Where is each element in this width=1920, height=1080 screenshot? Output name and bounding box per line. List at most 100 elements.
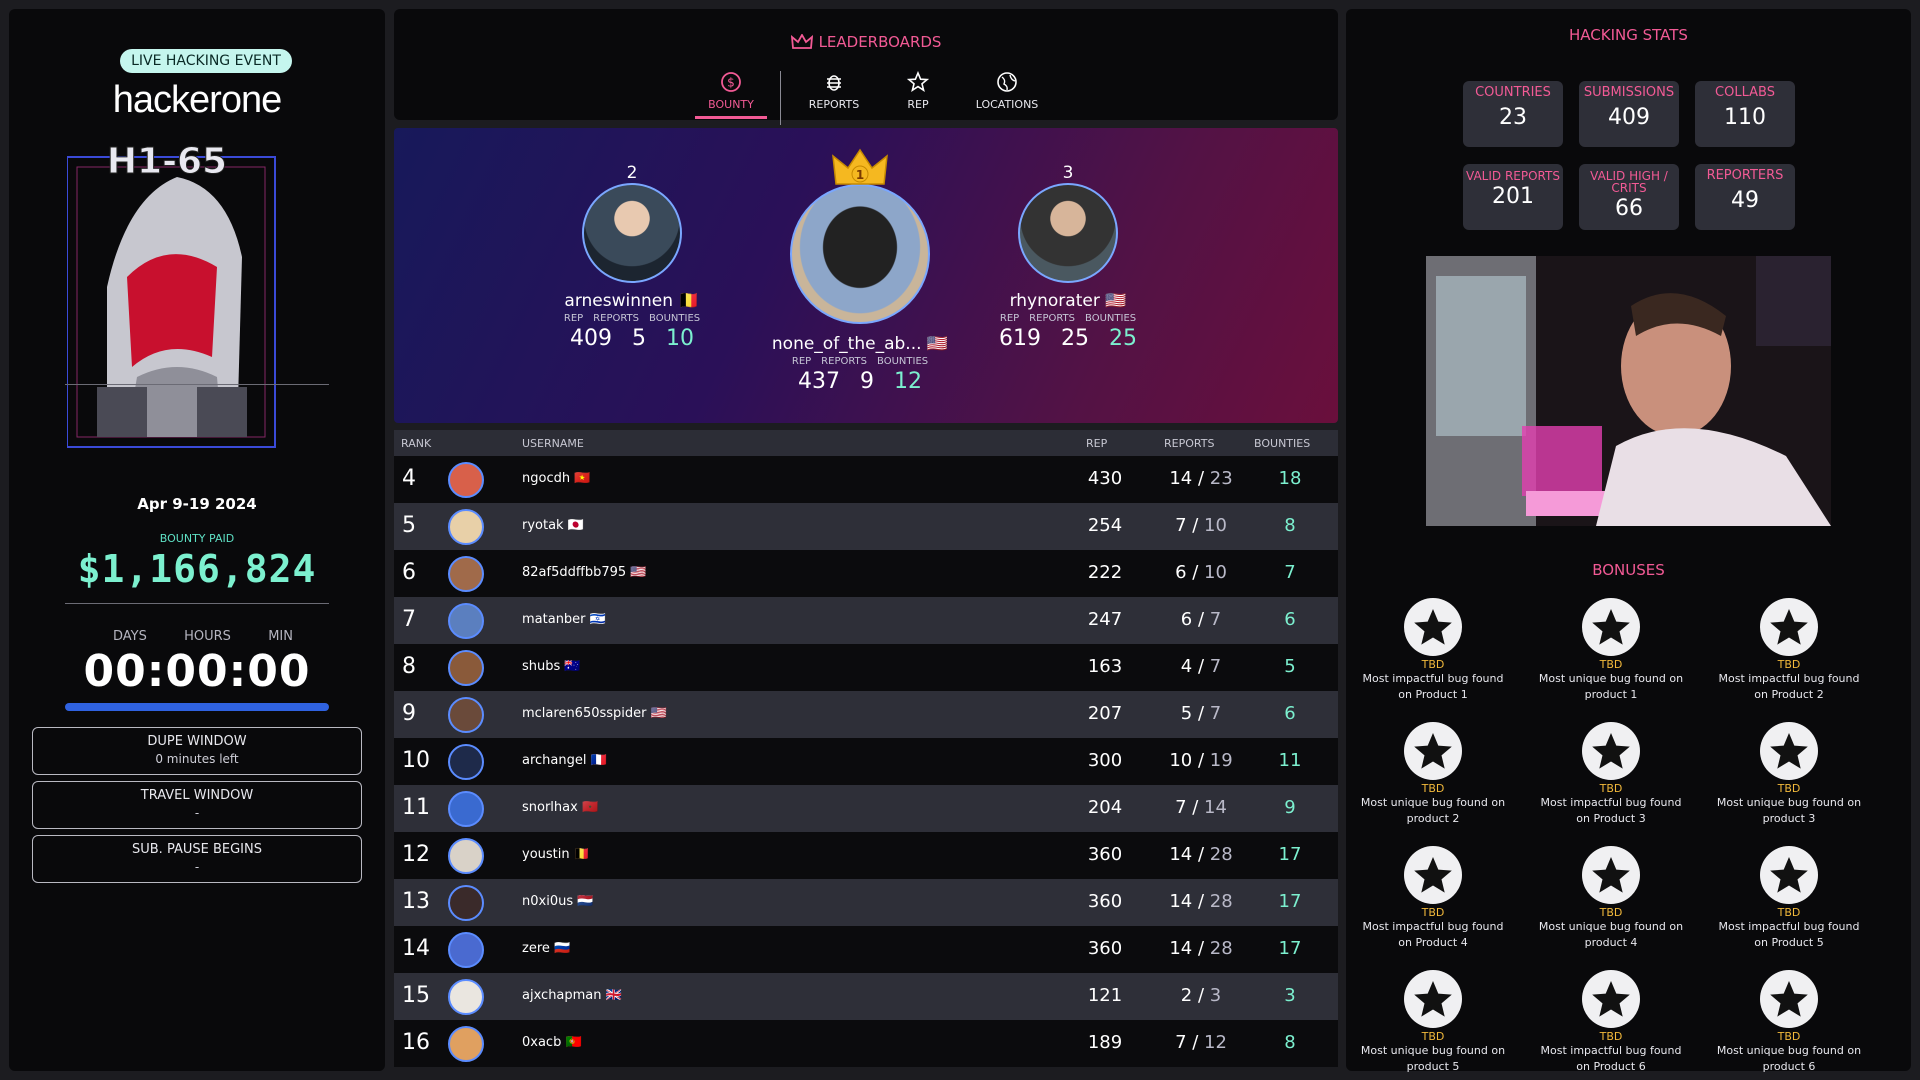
table-row[interactable]: 8 shubs 🇦🇺 163 4 / 7 5	[394, 644, 1338, 691]
avatar	[448, 885, 484, 921]
row-bounties: 17	[1278, 844, 1302, 865]
bonus-status: TBD	[1599, 658, 1623, 671]
star-icon	[1582, 846, 1640, 904]
bonus-description: Most unique bug found on product 1	[1538, 672, 1684, 701]
avatar	[448, 697, 484, 733]
hours-label: HOURS	[184, 629, 231, 644]
timer-labels: DAYS HOURS MIN	[113, 629, 293, 644]
bonus-item: TBD Most unique bug found on product 2	[1358, 722, 1508, 827]
table-row[interactable]: 5 ryotak 🇯🇵 254 7 / 10 8	[394, 503, 1338, 550]
stat-valid-high-crits: VALID HIGH / CRITS 66	[1579, 164, 1679, 230]
flag-icon: 🇬🇧	[605, 988, 622, 1003]
globe-icon	[962, 71, 1052, 96]
row-reports: 14 / 28	[1169, 844, 1233, 865]
crown-icon	[790, 33, 813, 54]
avatar	[448, 603, 484, 639]
username: shubs	[522, 659, 561, 674]
total-reports: 7	[1209, 609, 1222, 630]
star-icon	[1404, 970, 1462, 1028]
tab-locations[interactable]: LOCATIONS	[962, 65, 1052, 119]
podium-third[interactable]: 3 rhynorater 🇺🇸 REP REPORTS BOUNTIES 619 25…	[978, 163, 1158, 351]
row-bounties: 9	[1284, 797, 1296, 818]
bonus-description: Most impactful bug found on Product 5	[1718, 920, 1860, 949]
valid-reports: 10	[1169, 750, 1193, 771]
rep-value: 409	[570, 326, 612, 351]
row-reports: 7 / 12	[1175, 1032, 1227, 1053]
rep-label: REP	[791, 356, 812, 367]
table-row[interactable]: 12 youstin 🇧🇪 360 14 / 28 17	[394, 832, 1338, 879]
tab-bounty[interactable]: $ BOUNTY	[695, 65, 767, 119]
stat-label: SUBMISSIONS	[1583, 85, 1675, 100]
row-reports: 14 / 23	[1169, 468, 1233, 489]
table-row[interactable]: 13 n0xi0us 🇳🇱 360 14 / 28 17	[394, 879, 1338, 926]
username: 0xacb	[522, 1035, 562, 1050]
row-username: mclaren650sspider 🇺🇸	[522, 706, 667, 721]
bonus-item: TBD Most impactful bug found on Product 4	[1358, 846, 1508, 951]
sub-pause-title: SUB. PAUSE BEGINS	[132, 842, 262, 857]
bonus-description: Most impactful bug found on Product 2	[1718, 672, 1860, 701]
row-rank: 14	[402, 936, 430, 961]
flag-icon: 🇷🇺	[554, 941, 571, 956]
svg-text:$: $	[727, 76, 735, 90]
reports-label: REPORTS	[1029, 313, 1076, 324]
row-bounties: 3	[1284, 985, 1296, 1006]
tab-reports[interactable]: REPORTS	[794, 65, 874, 119]
row-username: 0xacb 🇵🇹	[522, 1035, 582, 1050]
flag-icon: 🇺🇸	[1105, 291, 1127, 311]
star-icon	[1404, 722, 1462, 780]
avatar	[448, 838, 484, 874]
rep-value: 437	[798, 369, 840, 394]
bonus-status: TBD	[1777, 1030, 1801, 1043]
flag-icon: 🇳🇱	[577, 894, 594, 909]
star-icon	[1760, 970, 1818, 1028]
table-row[interactable]: 10 archangel 🇫🇷 300 10 / 19 11	[394, 738, 1338, 785]
valid-reports: 14	[1169, 891, 1193, 912]
row-bounties: 6	[1284, 609, 1296, 630]
table-row[interactable]: 14 zere 🇷🇺 360 14 / 28 17	[394, 926, 1338, 973]
bonus-description: Most unique bug found on product 5	[1360, 1044, 1506, 1073]
tab-locations-label: LOCATIONS	[975, 98, 1039, 111]
table-row[interactable]: 7 matanber 🇮🇱 247 6 / 76	[394, 597, 1338, 644]
bonus-item: TBD Most unique bug found on product 5	[1358, 970, 1508, 1075]
row-reports: 10 / 19	[1169, 750, 1233, 771]
row-rank: 10	[402, 748, 430, 773]
divider	[65, 384, 329, 385]
podium-first[interactable]: 1 none_of_the_ab... 🇺🇸 REP REPORTS BOUNTIE…	[760, 148, 960, 394]
minutes-label: MIN	[268, 629, 293, 644]
podium-second[interactable]: 2 arneswinnen 🇧🇪 REP REPORTS BOUNTIES 409 5…	[542, 163, 722, 351]
row-reports: 6 / 10	[1175, 562, 1227, 583]
row-rep: 189	[1087, 1032, 1123, 1053]
podium-stat-values: 437 9 12	[760, 369, 960, 394]
bonus-item: TBD Most unique bug found on product 6	[1714, 970, 1864, 1075]
reports-value: 25	[1061, 326, 1089, 351]
stat-value: 201	[1492, 184, 1534, 209]
podium-username: arneswinnen 🇧🇪	[542, 291, 722, 311]
row-username: snorlhax 🇲🇦	[522, 800, 598, 815]
table-row[interactable]: 11 snorlhax 🇲🇦 204 7 / 14 9	[394, 785, 1338, 832]
col-rep: REP	[1086, 437, 1108, 450]
row-reports: 6 / 7	[1180, 609, 1222, 630]
tab-rep[interactable]: REP	[888, 65, 948, 119]
days-label: DAYS	[113, 629, 147, 644]
row-bounties: 5	[1284, 656, 1296, 677]
stat-value: 409	[1608, 105, 1650, 130]
row-bounties: 18	[1278, 468, 1302, 489]
tab-divider	[780, 71, 781, 125]
row-rep: 360	[1087, 891, 1123, 912]
table-row[interactable]: 15 ajxchapman 🇬🇧 121 2 / 33	[394, 973, 1338, 1020]
bonus-description: Most unique bug found on product 4	[1538, 920, 1684, 949]
stat-value: 66	[1615, 196, 1643, 221]
bonus-status: TBD	[1421, 1030, 1445, 1043]
stat-label: VALID HIGH / CRITS	[1590, 169, 1668, 195]
stat-value: 23	[1499, 105, 1527, 130]
podium-username: none_of_the_ab... 🇺🇸	[760, 334, 960, 354]
username: 82af5ddffbb795	[522, 565, 627, 580]
table-row[interactable]: 16 0xacb 🇵🇹 189 7 / 12 8	[394, 1020, 1338, 1067]
leaderboard-title: LEADERBOARDS	[394, 33, 1338, 54]
table-row[interactable]: 9 mclaren650sspider 🇺🇸 207 5 / 7 6	[394, 691, 1338, 738]
stat-submissions: SUBMISSIONS 409	[1579, 81, 1679, 147]
col-bounties: BOUNTIES	[1254, 437, 1311, 450]
bonus-status: TBD	[1599, 1030, 1623, 1043]
table-row[interactable]: 4 ngocdh 🇻🇳 430 14 / 23 18	[394, 456, 1338, 503]
table-row[interactable]: 6 82af5ddffbb795 🇺🇸 222 6 / 10 7	[394, 550, 1338, 597]
